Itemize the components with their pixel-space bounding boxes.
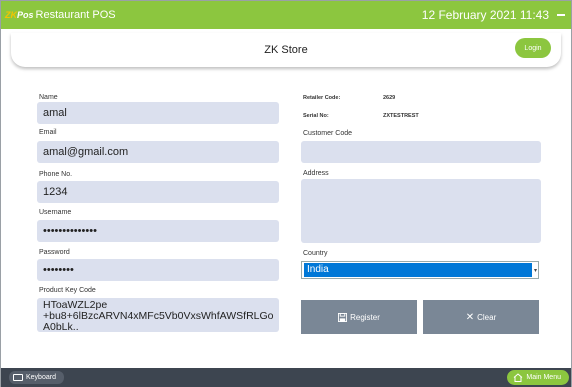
country-label: Country — [303, 250, 328, 257]
keyboard-label: Keyboard — [26, 374, 56, 381]
keyboard-icon — [13, 374, 23, 381]
phone-label: Phone No. — [39, 171, 73, 178]
clear-button[interactable]: ✕ Clear — [423, 300, 539, 334]
email-label: Email — [39, 129, 57, 136]
minimize-icon[interactable] — [557, 14, 565, 16]
home-icon — [514, 373, 523, 382]
password-field[interactable]: •••••••• — [37, 259, 279, 281]
datetime-display: 12 February 2021 11:43 — [421, 8, 549, 22]
name-field[interactable]: amal — [37, 102, 279, 124]
footer-bar: Keyboard Main Menu — [1, 368, 571, 387]
login-button[interactable]: Login — [515, 38, 551, 58]
address-field[interactable] — [301, 179, 541, 243]
keyboard-button[interactable]: Keyboard — [9, 371, 64, 384]
store-header: ZK Store Login — [11, 33, 561, 67]
register-label: Register — [350, 312, 380, 322]
register-button[interactable]: Register — [301, 300, 417, 334]
username-label: Username — [39, 209, 72, 216]
main-menu-label: Main Menu — [526, 374, 561, 381]
store-name: ZK Store — [264, 44, 308, 56]
clear-label: Clear — [477, 312, 497, 322]
username-field[interactable]: •••••••••••••• — [37, 220, 279, 242]
name-label: Name — [39, 94, 58, 101]
customer-code-field[interactable] — [301, 141, 541, 163]
address-label: Address — [303, 170, 329, 177]
retailer-code-label: Retailer Code: — [303, 95, 341, 101]
email-field[interactable]: amal@gmail.com — [37, 141, 279, 163]
password-label: Password — [39, 249, 70, 256]
product-key-field[interactable]: HToaWZL2pe +bu8+6lBzcARVN4xMFc5Vb0VxsWhf… — [37, 298, 279, 332]
country-select[interactable]: India ▾ — [301, 261, 539, 279]
title-bar: ZKPos Restaurant POS 12 February 2021 11… — [1, 1, 571, 29]
close-icon: ✕ — [465, 311, 475, 323]
retailer-code-value: 2629 — [383, 95, 396, 101]
app-logo: ZKPos — [5, 10, 34, 20]
app-title: Restaurant POS — [35, 9, 116, 21]
save-icon — [338, 312, 348, 322]
customer-code-label: Customer Code — [303, 130, 353, 137]
serial-no-value: ZXTESTREST — [383, 113, 419, 119]
product-key-label: Product Key Code — [39, 287, 96, 294]
country-selected-value: India — [304, 263, 532, 277]
app-brand: ZKPos Restaurant POS — [5, 9, 116, 21]
phone-field[interactable]: 1234 — [37, 181, 279, 203]
dropdown-arrow-icon[interactable]: ▾ — [534, 267, 537, 274]
main-menu-button[interactable]: Main Menu — [507, 370, 569, 385]
serial-no-label: Serial No: — [303, 113, 329, 119]
